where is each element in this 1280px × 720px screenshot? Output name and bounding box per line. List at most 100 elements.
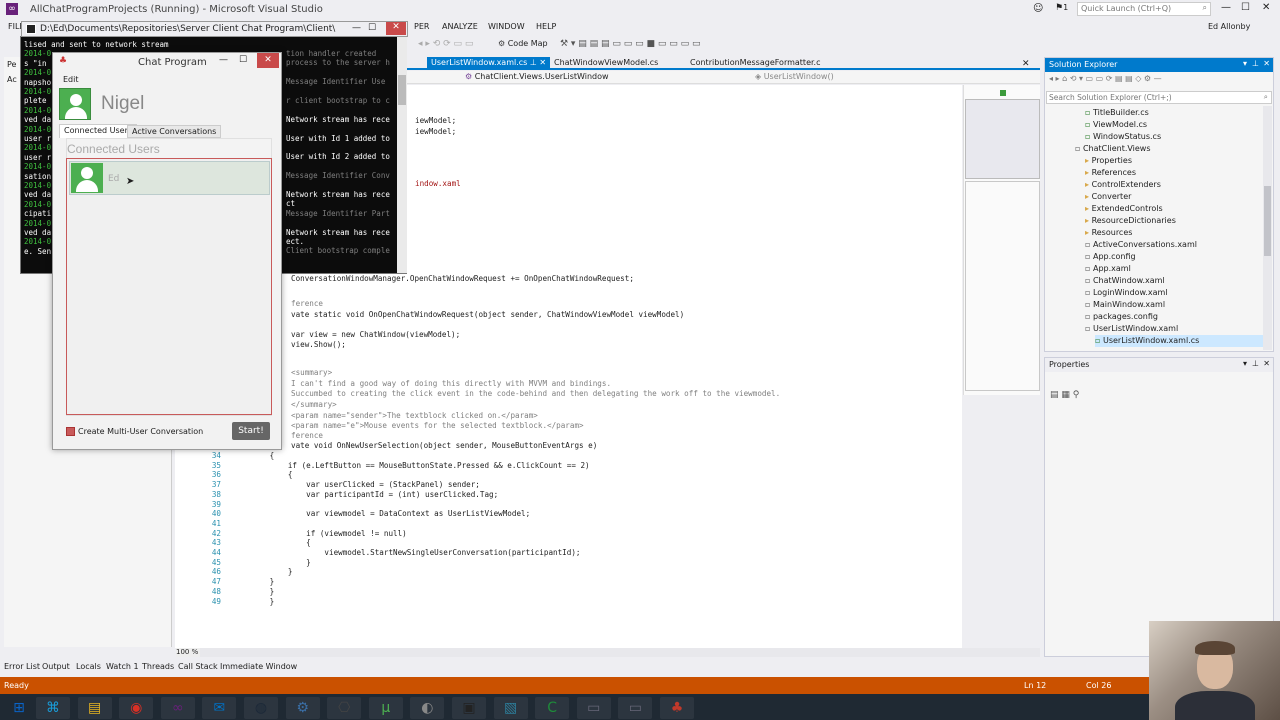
solution-tree-item[interactable]: ▫ ChatWindow.xaml <box>1085 275 1165 287</box>
chat-program-window[interactable]: ♣ Chat Program — ☐ ✕ Edit Nigel Connecte… <box>52 52 282 450</box>
solution-tree-item[interactable]: ▸ ResourceDictionaries <box>1085 215 1176 227</box>
solution-tree-item[interactable]: ▫ ActiveConversations.xaml <box>1085 239 1197 251</box>
outlook-icon[interactable]: ✉ <box>202 697 237 719</box>
windows-start-icon[interactable]: ⊞ <box>2 697 36 719</box>
toolbar-icons[interactable]: ◂ ▸ ⟲ ⟳ ▭ ▭ <box>418 39 498 51</box>
chat-close-button[interactable]: ✕ <box>257 53 279 68</box>
tab-chatwindowviewmodel[interactable]: ChatWindowViewModel.cs <box>550 57 662 70</box>
folder-icon[interactable]: ▤ <box>77 697 112 719</box>
minimap-thumb[interactable] <box>965 181 1040 391</box>
solution-tree-item[interactable]: ▫ WindowStatus.cs <box>1085 131 1161 143</box>
left-panel-tab-pe[interactable]: Pe <box>7 60 16 69</box>
cmd-icon[interactable]: ▣ <box>452 697 486 719</box>
tab-watch-1[interactable]: Watch 1 <box>106 662 139 671</box>
solution-tree-item[interactable]: ▸ ExtendedControls <box>1085 203 1163 215</box>
tab-error-list[interactable]: Error List <box>4 662 40 671</box>
code-map-button[interactable]: ⚙ Code Map <box>498 39 548 48</box>
menu-window[interactable]: WINDOW <box>488 22 525 31</box>
window-icon[interactable]: ▭ <box>576 697 611 719</box>
utorrent-icon[interactable]: µ <box>368 697 403 719</box>
solution-tree-item[interactable]: ▸ Converter <box>1085 191 1131 203</box>
terminal-icon[interactable]: ⎔ <box>327 697 362 719</box>
solution-scroll-thumb[interactable] <box>1264 186 1271 256</box>
solution-tree-item[interactable]: ▫ ChatClient.Views <box>1075 143 1151 155</box>
solution-search-input[interactable]: Search Solution Explorer (Ctrl+;) ⌕ <box>1046 91 1272 104</box>
left-panel-tab-ac[interactable]: Ac <box>7 75 17 84</box>
solution-toolbar[interactable]: ◂ ▸ ⌂ ⟲ ▾ ▭ ▭ ⟳ ▤ ▤ ◇ ⚙ — <box>1049 74 1269 86</box>
solution-tree-item[interactable]: ▫ MainWindow.xaml <box>1085 299 1165 311</box>
zoom-dropdown[interactable]: 100 % <box>176 648 200 657</box>
tab-threads[interactable]: Threads <box>142 662 174 671</box>
user-list[interactable]: Ed ➤ <box>66 158 272 415</box>
minimap-viewport[interactable] <box>965 99 1040 179</box>
menu-help[interactable]: HELP <box>536 22 556 31</box>
panel-close-icon[interactable]: ✕ <box>1263 59 1270 68</box>
tab-locals[interactable]: Locals <box>76 662 101 671</box>
tab-immediate-window[interactable]: Immediate Window <box>220 662 297 671</box>
console-maximize-button[interactable]: ☐ <box>368 23 376 33</box>
chat-minimize-button[interactable]: — <box>219 55 228 65</box>
feedback-icon[interactable]: ☺ <box>1033 3 1043 14</box>
chrome-icon[interactable]: ◉ <box>119 697 154 719</box>
solution-tree-item[interactable]: ▫ UserListWindow.xaml.cs <box>1095 335 1265 347</box>
chat-maximize-button[interactable]: ☐ <box>239 55 247 65</box>
line-number: 45 <box>211 557 221 567</box>
minimize-button[interactable]: — <box>1221 2 1231 13</box>
tab-active-conversations[interactable]: Active Conversations <box>127 125 222 138</box>
console-scroll-thumb[interactable] <box>398 75 406 105</box>
camtasia-icon[interactable]: C <box>535 697 570 719</box>
console-scrollbar[interactable] <box>397 37 407 273</box>
tab-output[interactable]: Output <box>42 662 70 671</box>
list-item[interactable]: Ed ➤ <box>69 161 270 195</box>
tab-userlistwindow[interactable]: UserListWindow.xaml.cs ⊥ ✕ <box>427 57 551 70</box>
solution-tree-item[interactable]: ▸ ControlExtenders <box>1085 179 1161 191</box>
solution-tree-item[interactable]: ▫ ViewModel.cs <box>1085 119 1147 131</box>
solution-tree-item[interactable]: ▸ Properties <box>1085 155 1132 167</box>
editor-horizontal-scrollbar[interactable] <box>200 648 1040 657</box>
console-close-button[interactable]: ✕ <box>386 22 406 35</box>
notification-icon[interactable]: ⚑1 <box>1055 3 1068 13</box>
app-icon[interactable]: ⚙ <box>285 697 320 719</box>
maximize-button[interactable]: ☐ <box>1241 2 1250 13</box>
solution-tree-item[interactable]: ▫ TitleBuilder.cs <box>1085 107 1149 119</box>
panel-pin-icon[interactable]: ⊥ <box>1252 59 1259 68</box>
solution-tree-item[interactable]: ▫ UserListWindow.xaml <box>1085 323 1178 335</box>
image-icon[interactable]: ▧ <box>493 697 528 719</box>
nav-member-dropdown[interactable]: ◈ UserListWindow() <box>755 72 1025 83</box>
minimap[interactable] <box>963 85 1040 395</box>
network-icon[interactable]: ⌘ <box>36 697 70 719</box>
panel-pin-icon[interactable]: ⊥ <box>1252 359 1259 368</box>
steam-icon[interactable]: ◍ <box>244 697 278 719</box>
solution-tree-item[interactable]: ▫ App.config <box>1085 251 1136 263</box>
chat-icon[interactable]: ♣ <box>660 697 694 719</box>
tab-contributionmessageformatter[interactable]: ContributionMessageFormatter.c <box>686 57 824 70</box>
multi-user-checkbox[interactable] <box>66 427 75 436</box>
menu-per[interactable]: PER <box>414 22 429 31</box>
solution-scrollbar[interactable] <box>1263 106 1272 350</box>
globe-icon[interactable]: ◐ <box>410 697 445 719</box>
window2-icon[interactable]: ▭ <box>618 697 653 719</box>
toolbar-icons-2[interactable]: ⚒ ▾ ▤ ▤ ▤ ▭ ▭ ▭ ■ ▭ ▭ ▭ ▭ <box>560 39 730 49</box>
tab-connected-users[interactable]: Connected Users <box>59 124 138 138</box>
panel-dropdown-icon[interactable]: ▾ <box>1243 59 1247 68</box>
start-button[interactable]: Start! <box>232 422 270 440</box>
pin-icon[interactable]: ⊥ <box>530 58 537 67</box>
console-minimize-button[interactable]: — <box>352 23 361 33</box>
panel-close-icon[interactable]: ✕ <box>1263 359 1270 368</box>
solution-tree-item[interactable]: ▫ packages.config <box>1085 311 1158 323</box>
chat-menu-edit[interactable]: Edit <box>63 75 79 84</box>
tab-close-all-icon[interactable]: ✕ <box>1022 59 1030 69</box>
solution-tree-item[interactable]: ▸ Resources <box>1085 227 1132 239</box>
solution-tree-item[interactable]: ▫ LoginWindow.xaml <box>1085 287 1168 299</box>
properties-toolbar[interactable]: ▤ ▦ ⚲ <box>1050 390 1110 402</box>
quick-launch-input[interactable]: Quick Launch (Ctrl+Q) ⌕ <box>1077 2 1211 16</box>
tab-close-icon[interactable]: ✕ <box>539 58 546 67</box>
panel-dropdown-icon[interactable]: ▾ <box>1243 359 1247 368</box>
menu-analyze[interactable]: ANALYZE <box>442 22 478 31</box>
close-button[interactable]: ✕ <box>1262 2 1270 13</box>
visual-studio-icon[interactable]: ∞ <box>160 697 195 719</box>
user-name[interactable]: Ed Allonby <box>1208 22 1250 31</box>
solution-tree-item[interactable]: ▸ References <box>1085 167 1136 179</box>
solution-tree-item[interactable]: ▫ App.xaml <box>1085 263 1131 275</box>
tab-call-stack[interactable]: Call Stack <box>178 662 218 671</box>
